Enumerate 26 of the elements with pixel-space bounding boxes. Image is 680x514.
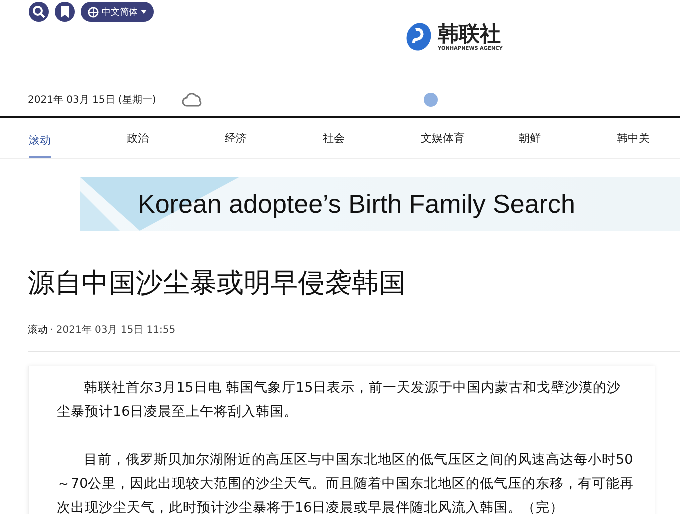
bookmark-icon xyxy=(60,6,70,18)
article-title: 源自中国沙尘暴或明早侵袭韩国 xyxy=(28,267,407,301)
nav-tab[interactable]: 滚动 xyxy=(29,122,51,158)
logo-icon xyxy=(404,22,434,52)
globe-icon xyxy=(88,6,99,18)
search-button[interactable] xyxy=(29,2,49,22)
nav-tab[interactable]: 韩中关 xyxy=(617,120,650,156)
nav-tab[interactable]: 朝鲜 xyxy=(519,120,617,156)
category-link[interactable]: 滚动 xyxy=(28,323,48,337)
article-date: · 2021年 03月 15日 11:55 xyxy=(50,324,176,337)
logo-name: 韩联社 xyxy=(438,22,502,46)
nav-tab[interactable]: 文娱体育 xyxy=(421,120,519,156)
banner-text: Korean adoptee’s Birth Family Search xyxy=(138,188,576,220)
search-icon xyxy=(32,5,46,19)
language-button[interactable]: 中文简体 xyxy=(81,2,154,22)
article-paragraph: 目前，俄罗斯贝加尔湖附近的高压区与中国东北地区的低气压区之间的风速高达每小时50～70公里，因此出现较大范围的沙尘天气。而且随着中国东北地区的低气压的东移，有可能再次出现沙尘天气，此时预计沙尘暴将于16日凌晨或早晨伴随北风流入韩国。（完） xyxy=(57,451,635,514)
caret-icon xyxy=(141,10,147,14)
nav-tab[interactable]: 社会 xyxy=(323,120,421,156)
cloud-icon xyxy=(182,93,204,107)
article-paragraph: 韩联社首尔3月15日电 韩国气象厅15日表示，前一天发源于中国内蒙古和戈壁沙漠的沙尘暴预计16日凌晨至上午将刮入韩国。 xyxy=(57,379,622,422)
banner[interactable]: Korean adoptee’s Birth Family Search xyxy=(80,177,680,231)
news-icon xyxy=(424,93,438,107)
nav-tab[interactable]: 经济 xyxy=(225,120,323,156)
nav-tab[interactable]: 政治 xyxy=(127,120,225,156)
bookmark-button[interactable] xyxy=(55,2,75,22)
date-text: 2021年 03月 15日 (星期一) xyxy=(28,94,156,107)
